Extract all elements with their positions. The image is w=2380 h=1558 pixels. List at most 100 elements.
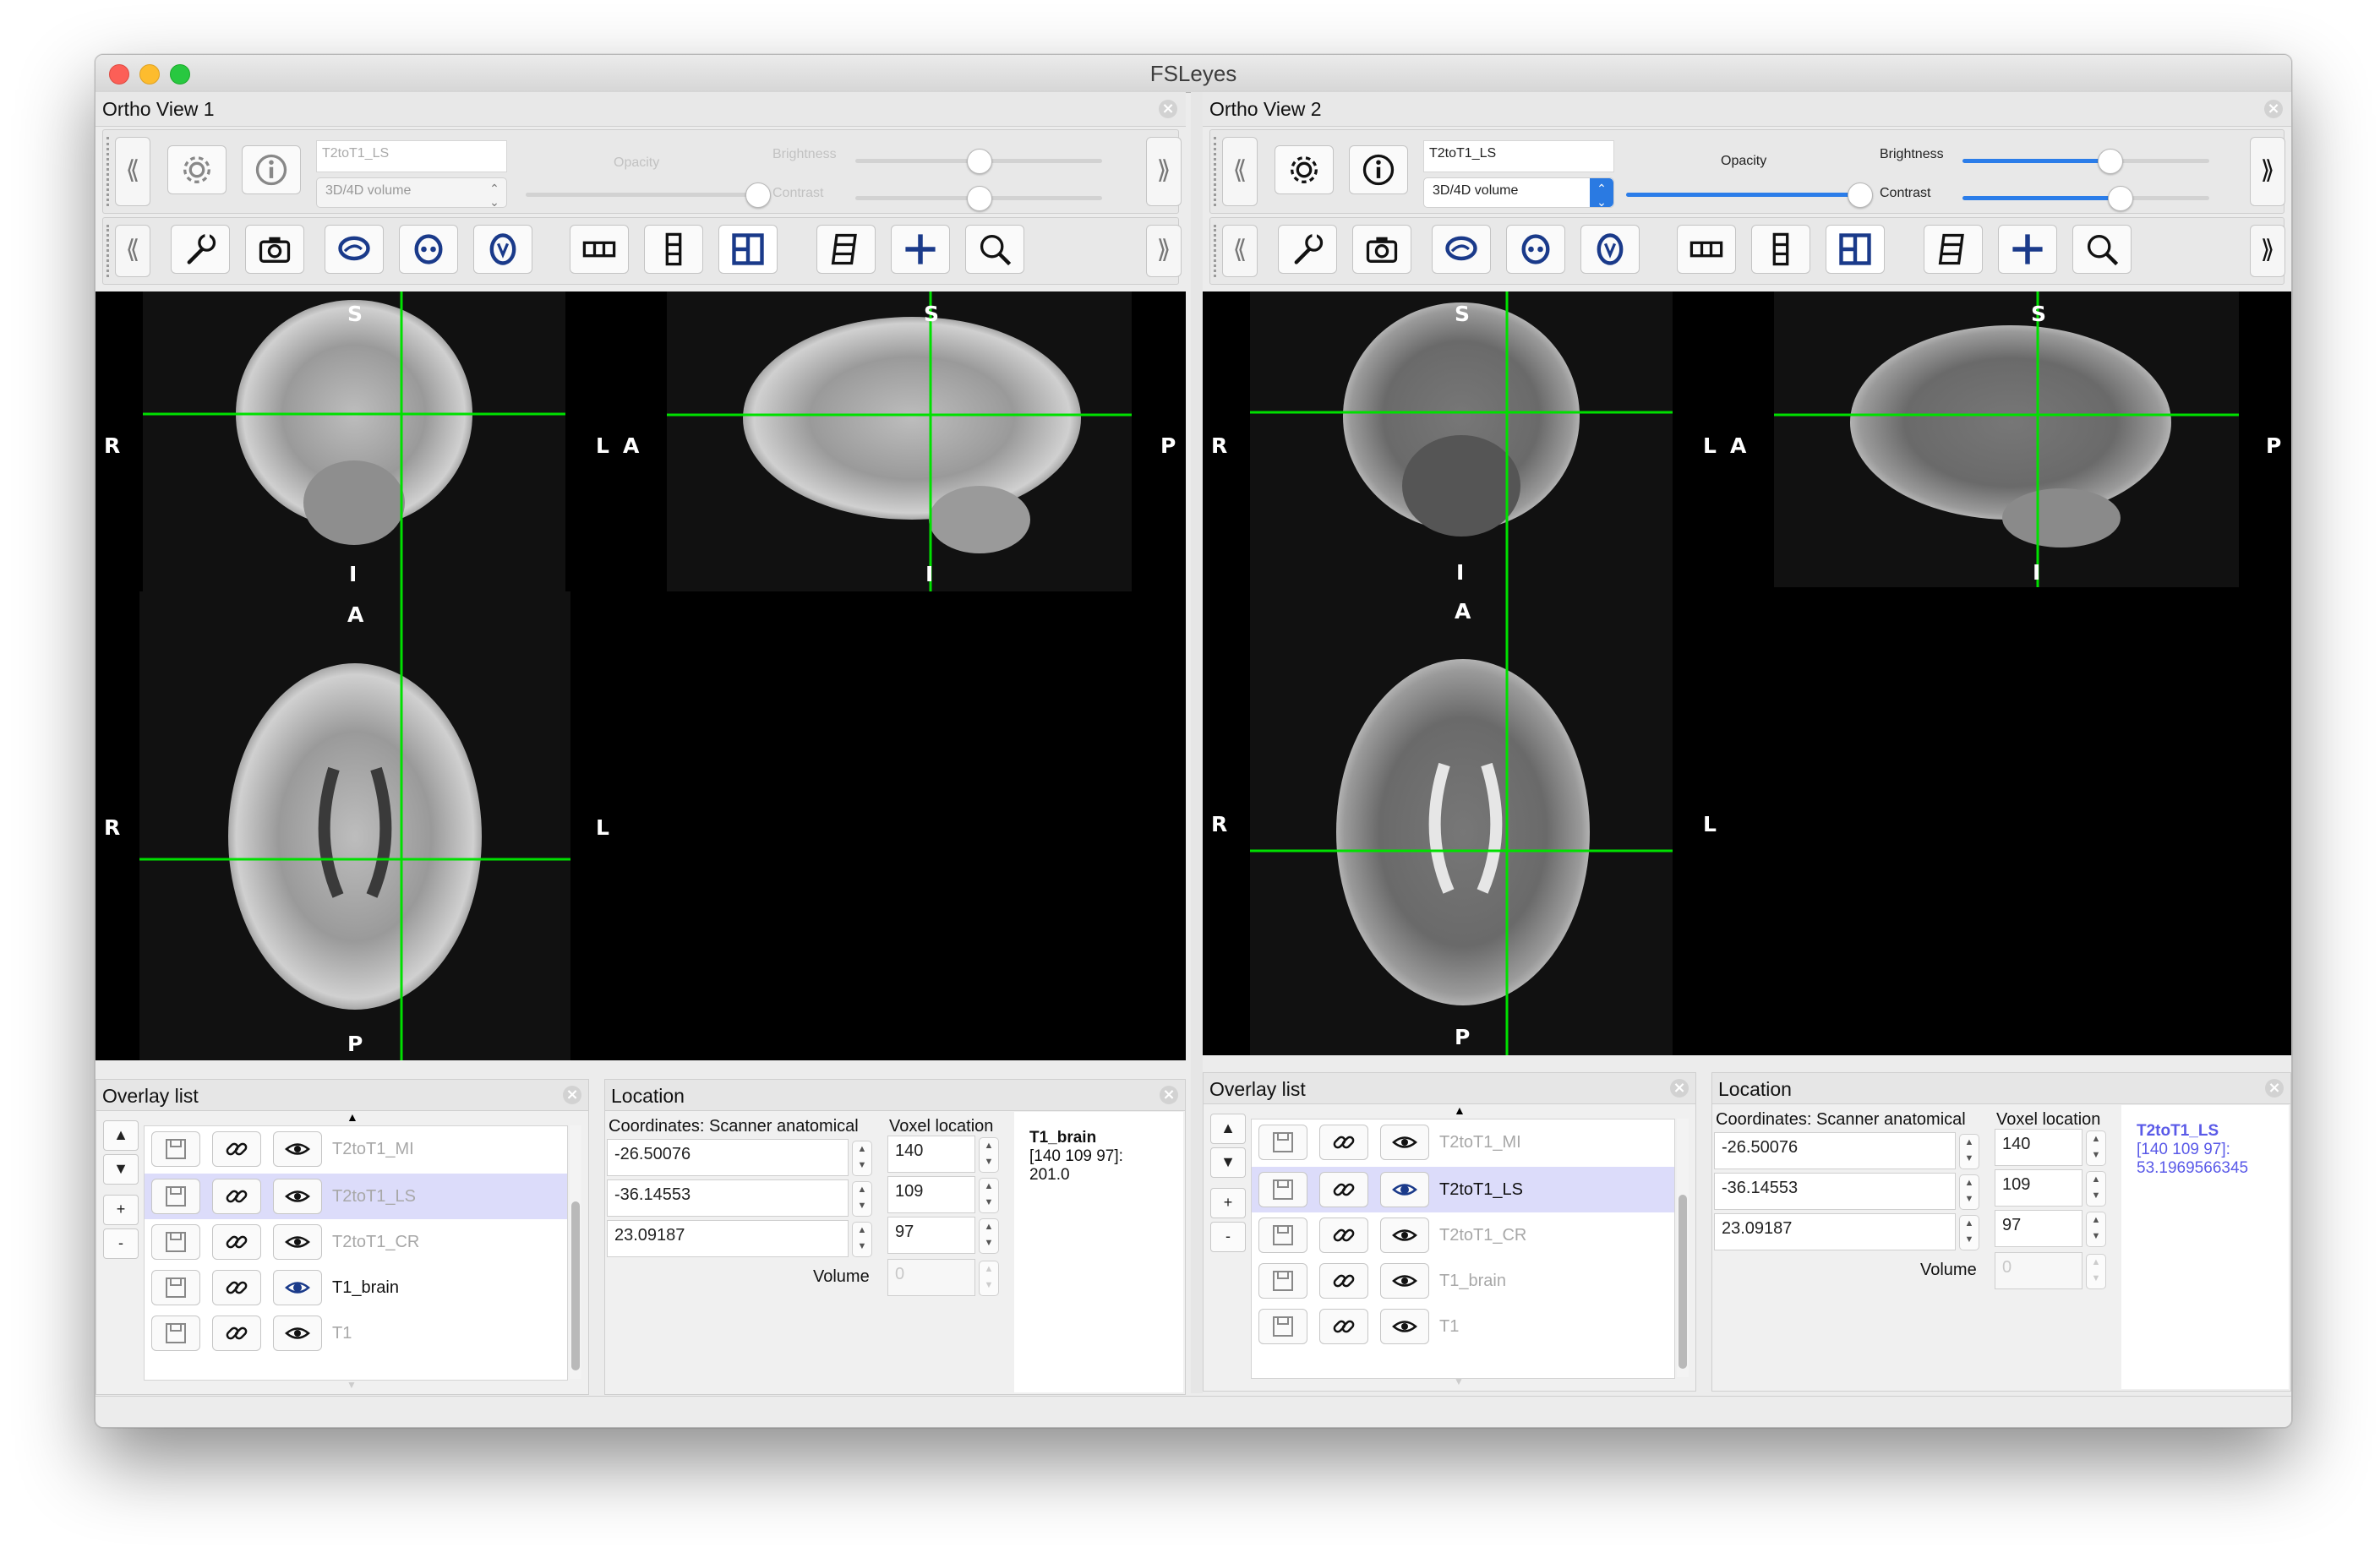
toolbar-scroll-left-button[interactable]: ⟪ (1222, 137, 1258, 206)
remove-overlay-button[interactable]: - (103, 1228, 139, 1259)
voxel-x-field[interactable]: 140 (1995, 1129, 2082, 1166)
overlay-info-button[interactable] (1349, 145, 1408, 194)
coord-x-field[interactable]: -26.50076 (1714, 1132, 1956, 1169)
save-overlay-button[interactable] (151, 1316, 200, 1351)
close-panel-icon[interactable]: × (2265, 1079, 2284, 1098)
zoom-button[interactable] (2072, 225, 2132, 274)
link-overlay-button[interactable] (212, 1316, 261, 1351)
overlay-list-scrollbar[interactable] (1677, 1119, 1689, 1377)
axial-slice[interactable] (139, 591, 570, 1060)
link-overlay-button[interactable] (212, 1224, 261, 1260)
overlay-row-t1-brain[interactable]: T1_brain (1252, 1258, 1674, 1304)
layout-horizontal-button[interactable] (570, 225, 629, 274)
visibility-toggle-button[interactable] (1380, 1172, 1429, 1207)
toolbar-scroll-right-button[interactable]: ⟫ (2250, 137, 2285, 206)
toggle-cursor-button[interactable] (1998, 225, 2057, 274)
add-overlay-button[interactable]: + (103, 1195, 139, 1225)
overlay-row-t2tot1-ls[interactable]: T2toT1_LS (1252, 1167, 1674, 1212)
brightness-slider[interactable] (1962, 149, 2209, 174)
voxel-x-stepper[interactable]: ▲ ▼ (979, 1137, 999, 1173)
layout-grid-button[interactable] (718, 225, 778, 274)
overlay-row-t1[interactable]: T1 (1252, 1304, 1674, 1349)
overlay-row-t2tot1-cr[interactable]: T2toT1_CR (1252, 1212, 1674, 1258)
screenshot-button[interactable] (245, 225, 304, 274)
layout-horizontal-button[interactable] (1677, 225, 1736, 274)
toolbar-scroll-left-button[interactable]: ⟪ (115, 137, 150, 206)
save-overlay-button[interactable] (1258, 1309, 1307, 1344)
brightness-slider[interactable] (855, 149, 1102, 174)
toolbar-scroll-left-button[interactable]: ⟪ (115, 225, 150, 277)
toolbar-scroll-right-button[interactable]: ⟫ (1146, 225, 1182, 277)
link-overlay-button[interactable] (212, 1270, 261, 1305)
toolbar-grip[interactable] (106, 225, 112, 277)
toggle-axial-button[interactable] (473, 225, 532, 274)
close-view-icon[interactable]: × (1159, 100, 1177, 118)
add-overlay-button[interactable]: + (1210, 1188, 1246, 1218)
toolbar-scroll-right-button[interactable]: ⟫ (1146, 137, 1182, 206)
coord-y-stepper[interactable]: ▲ ▼ (1959, 1174, 1979, 1210)
link-overlay-button[interactable] (212, 1179, 261, 1214)
coord-z-stepper[interactable]: ▲ ▼ (1959, 1215, 1979, 1250)
layout-grid-button[interactable] (1826, 225, 1885, 274)
save-overlay-button[interactable] (1258, 1172, 1307, 1207)
toolbar-scroll-right-button[interactable]: ⟫ (2250, 225, 2285, 277)
voxel-y-field[interactable]: 109 (1995, 1169, 2082, 1207)
toggle-cursor-button[interactable] (891, 225, 950, 274)
coord-z-stepper[interactable]: ▲ ▼ (852, 1222, 872, 1257)
zoom-button[interactable] (965, 225, 1024, 274)
axial-slice[interactable] (1250, 587, 1673, 1055)
opacity-slider[interactable] (1626, 182, 1873, 208)
visibility-toggle-button[interactable] (273, 1179, 322, 1214)
view-settings-button[interactable] (1278, 225, 1337, 274)
scrollbar-thumb[interactable] (1679, 1195, 1687, 1369)
overlay-type-select[interactable]: 3D/4D volume ⌃ ⌄ (1423, 177, 1614, 209)
scrollbar-thumb[interactable] (571, 1201, 580, 1370)
move-down-button[interactable]: ▼ (1210, 1147, 1246, 1178)
coord-y-field[interactable]: -36.14553 (1714, 1173, 1956, 1210)
visibility-toggle-button[interactable] (273, 1131, 322, 1167)
move-down-button[interactable]: ▼ (103, 1154, 139, 1185)
toggle-coronal-button[interactable] (1506, 225, 1565, 274)
save-overlay-button[interactable] (1258, 1125, 1307, 1160)
sagittal-slice[interactable] (1774, 291, 2239, 587)
voxel-y-stepper[interactable]: ▲ ▼ (979, 1178, 999, 1213)
coord-y-field[interactable]: -36.14553 (607, 1179, 849, 1217)
layout-vertical-button[interactable] (644, 225, 703, 274)
brightness-slider-knob[interactable] (967, 149, 992, 174)
coronal-slice[interactable] (1250, 291, 1673, 587)
overlay-row-t2tot1-mi[interactable]: T2toT1_MI (1252, 1119, 1674, 1165)
link-overlay-button[interactable] (1319, 1263, 1368, 1299)
contrast-slider[interactable] (855, 186, 1102, 211)
opacity-slider-knob[interactable] (1848, 182, 1873, 208)
voxel-y-stepper[interactable]: ▲ ▼ (2086, 1171, 2106, 1207)
toolbar-grip[interactable] (1214, 137, 1220, 206)
toggle-coronal-button[interactable] (399, 225, 458, 274)
save-overlay-button[interactable] (151, 1270, 200, 1305)
overlay-type-select[interactable]: 3D/4D volume ⌃ ⌄ (316, 177, 507, 209)
visibility-toggle-button[interactable] (273, 1270, 322, 1305)
overlay-list-scrollbar[interactable] (570, 1125, 581, 1379)
move-up-button[interactable]: ▲ (1210, 1114, 1246, 1144)
voxel-y-field[interactable]: 109 (887, 1176, 975, 1213)
save-overlay-button[interactable] (1258, 1263, 1307, 1299)
contrast-slider-knob[interactable] (2108, 186, 2133, 211)
overlay-row-t1-brain[interactable]: T1_brain (145, 1265, 567, 1310)
toolbar-scroll-left-button[interactable]: ⟪ (1222, 225, 1258, 277)
opacity-slider[interactable] (526, 182, 771, 208)
link-overlay-button[interactable] (1319, 1172, 1368, 1207)
close-panel-icon[interactable]: × (1670, 1079, 1689, 1098)
coord-y-stepper[interactable]: ▲ ▼ (852, 1181, 872, 1217)
close-panel-icon[interactable]: × (563, 1086, 581, 1104)
movie-mode-button[interactable] (816, 225, 876, 274)
brightness-slider-knob[interactable] (2098, 149, 2123, 174)
toggle-axial-button[interactable] (1580, 225, 1640, 274)
coord-x-stepper[interactable]: ▲ ▼ (852, 1141, 872, 1176)
coord-x-stepper[interactable]: ▲ ▼ (1959, 1134, 1979, 1169)
overlay-settings-button[interactable] (167, 145, 227, 194)
move-up-button[interactable]: ▲ (103, 1120, 139, 1151)
overlay-info-button[interactable] (242, 145, 301, 194)
close-view-icon[interactable]: × (2264, 100, 2283, 118)
ortho-canvas[interactable]: S I R L A S I P A P R L (1203, 291, 2291, 1055)
overlay-name-field[interactable]: T2toT1_LS (316, 140, 507, 172)
coord-z-field[interactable]: 23.09187 (1714, 1213, 1956, 1250)
